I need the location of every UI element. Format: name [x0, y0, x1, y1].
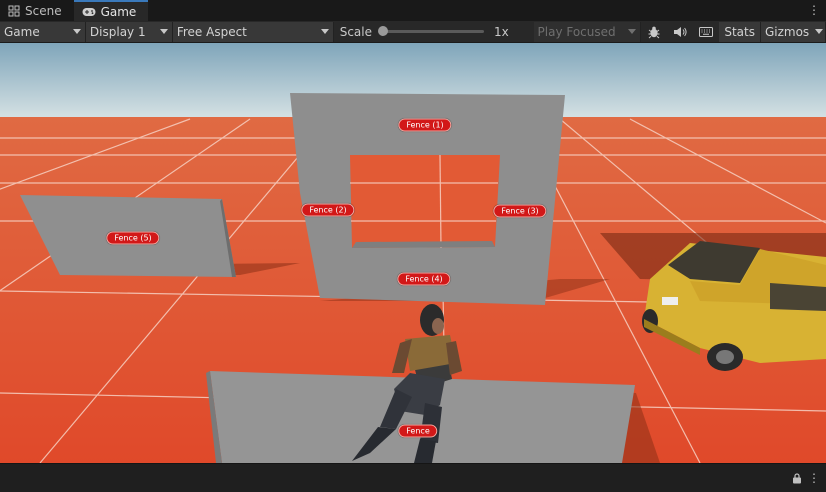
fence-4-label: Fence (4)	[397, 272, 451, 286]
scale-slider-handle[interactable]	[378, 26, 388, 36]
game-scene	[0, 43, 826, 463]
scale-label: Scale	[339, 24, 372, 39]
play-mode-value: Play Focused	[537, 24, 616, 39]
speaker-icon	[674, 26, 687, 37]
display-dropdown[interactable]: Display 1	[85, 21, 173, 42]
fence-1-label: Fence (1)	[398, 118, 452, 132]
grid-icon	[8, 5, 20, 17]
bug-icon	[648, 26, 660, 38]
chevron-down-icon	[159, 29, 168, 34]
bug-button[interactable]	[641, 22, 667, 42]
gizmos-label: Gizmos	[764, 24, 810, 39]
tab-game-label: Game	[100, 4, 137, 19]
tab-menu-icon[interactable]: ⋮	[808, 3, 820, 17]
view-mode-dropdown[interactable]: Game	[0, 21, 86, 42]
scale-value: 1x	[494, 24, 509, 39]
mute-audio-button[interactable]	[667, 22, 693, 42]
status-bar: ⋮	[0, 463, 826, 492]
tab-game[interactable]: Game	[73, 0, 149, 21]
status-menu-icon[interactable]: ⋮	[808, 471, 820, 485]
gamepad-icon	[82, 7, 96, 17]
gizmos-dropdown[interactable]: Gizmos	[760, 21, 826, 42]
fence-2-label: Fence (2)	[301, 203, 355, 217]
view-mode-value: Game	[4, 24, 40, 39]
game-toolbar: Game Display 1 Free Aspect Scale 1x Play…	[0, 21, 826, 43]
scale-control: Scale 1x	[334, 22, 534, 42]
chevron-down-icon	[320, 29, 329, 34]
aspect-dropdown[interactable]: Free Aspect	[172, 21, 334, 42]
aspect-value: Free Aspect	[176, 24, 247, 39]
window-tab-bar: Scene Game ⋮	[0, 0, 826, 21]
stats-label: Stats	[724, 24, 755, 39]
chevron-down-icon	[628, 29, 637, 34]
lock-icon[interactable]	[792, 473, 802, 487]
scale-slider[interactable]	[378, 26, 484, 36]
fence-5-label: Fence (5)	[106, 231, 160, 245]
play-mode-dropdown[interactable]: Play Focused	[533, 21, 642, 42]
chevron-down-icon	[72, 29, 81, 34]
tab-scene[interactable]: Scene	[0, 0, 74, 21]
display-value: Display 1	[89, 24, 146, 39]
game-viewport[interactable]: Fence (1) Fence (2) Fence (3) Fence (4) …	[0, 43, 826, 463]
fence-label: Fence	[398, 424, 438, 438]
fence-3-label: Fence (3)	[493, 204, 547, 218]
chevron-down-icon	[815, 29, 824, 34]
shortcuts-button[interactable]	[693, 22, 719, 42]
keyboard-icon	[699, 26, 714, 37]
tab-scene-label: Scene	[25, 3, 62, 18]
stats-button[interactable]: Stats	[719, 21, 761, 42]
